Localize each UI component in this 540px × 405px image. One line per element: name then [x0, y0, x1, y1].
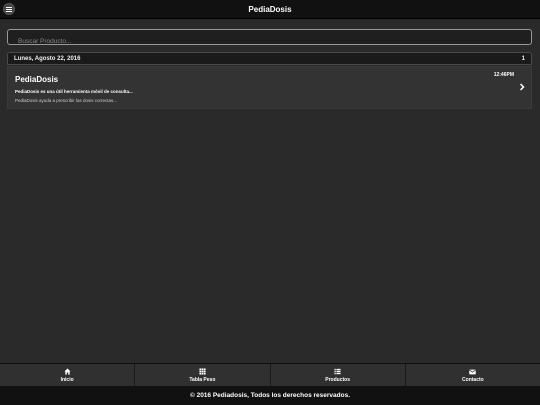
nav-tabla-peso[interactable]: Tabla Peso — [135, 364, 271, 387]
nav-inicio-label: Inicio — [60, 377, 74, 383]
footer: © 2016 Pediadosis, Todos los derechos re… — [0, 386, 540, 405]
bottom-navbar: Inicio Tabla Peso Productos Contacto — [0, 363, 540, 387]
nav-contacto-label: Contacto — [462, 376, 484, 383]
item-summary: PediaDosis es una útil herramienta móvil… — [15, 89, 133, 94]
search-field[interactable] — [7, 29, 532, 49]
nav-tabla-peso-label: Tabla Peso — [189, 377, 216, 383]
footer-copyright: © 2016 Pediadosis, Todos los derechos re… — [189, 392, 350, 399]
menu-button[interactable] — [3, 3, 15, 15]
list-item[interactable]: PediaDosis 12:46PM PediaDosis es una úti… — [7, 66, 532, 109]
nav-inicio[interactable]: Inicio — [0, 364, 136, 387]
item-title: PediaDosis — [15, 75, 59, 84]
nav-productos[interactable]: Productos — [270, 364, 406, 387]
page-title: PediaDosis — [248, 4, 292, 14]
menu-bars-icon — [6, 6, 12, 12]
list-divider: Lunes, Agosto 22, 2016 1 — [7, 52, 532, 65]
grid-icon — [199, 368, 206, 375]
divider-date: Lunes, Agosto 22, 2016 — [14, 55, 81, 62]
list-icon — [334, 368, 341, 375]
nav-productos-label: Productos — [325, 377, 350, 383]
home-icon — [64, 368, 71, 375]
chevron-right-icon — [517, 82, 527, 92]
mail-icon — [469, 369, 477, 374]
nav-contacto[interactable]: Contacto — [405, 364, 540, 387]
search-input[interactable] — [8, 34, 531, 49]
item-time: 12:46PM — [493, 72, 514, 78]
header-bar: PediaDosis — [0, 0, 540, 19]
item-detail: PediaDosis ayuda a prescribir las dosis … — [15, 98, 118, 103]
divider-count-badge: 1 — [521, 55, 525, 62]
